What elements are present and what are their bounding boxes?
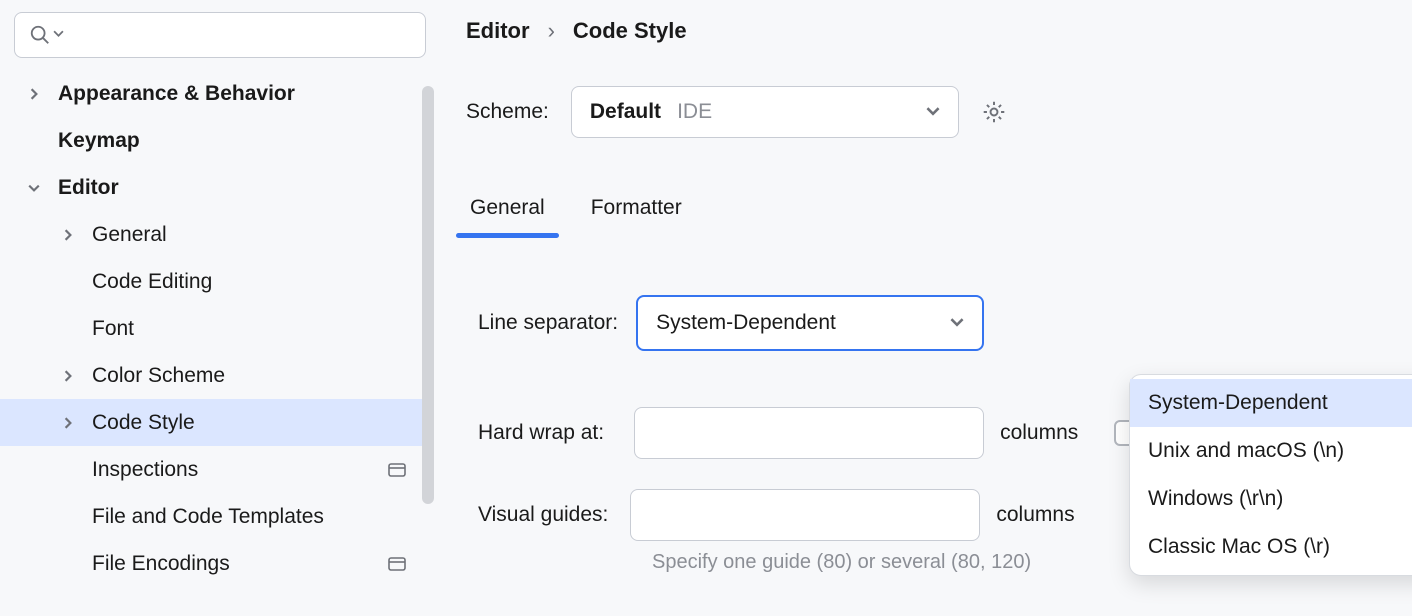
dropdown-option-system-dependent[interactable]: System-Dependent (1130, 379, 1412, 427)
sidebar-item-label: File Encodings (92, 552, 230, 576)
breadcrumb-code-style: Code Style (573, 18, 687, 44)
line-separator-dropdown: System-Dependent Unix and macOS (\n) Win… (1129, 374, 1412, 576)
sidebar-item-code-style[interactable]: Code Style (0, 399, 434, 446)
chevron-right-icon (58, 229, 78, 241)
chevron-down-icon (926, 100, 940, 124)
sidebar-item-label: Inspections (92, 458, 198, 482)
sidebar-item-general[interactable]: General (0, 211, 434, 258)
dropdown-option-unix-macos[interactable]: Unix and macOS (\n) (1130, 427, 1412, 475)
breadcrumb-editor[interactable]: Editor (466, 18, 530, 44)
sidebar-item-label: Font (92, 317, 134, 341)
tab-formatter[interactable]: Formatter (587, 196, 686, 238)
search-input[interactable] (66, 23, 411, 48)
sidebar-item-label: Code Editing (92, 270, 212, 294)
project-override-icon (388, 463, 406, 477)
scheme-label: Scheme: (466, 100, 549, 124)
settings-tree: Appearance & Behavior Keymap Editor Gene… (0, 70, 434, 587)
hard-wrap-input[interactable] (634, 407, 984, 459)
tabs: General Formatter (466, 196, 1386, 239)
scheme-row: Scheme: Default IDE (466, 86, 1386, 138)
option-label: Unix and macOS (\n) (1148, 439, 1344, 463)
line-separator-value: System-Dependent (656, 311, 836, 335)
sidebar-item-label: Code Style (92, 411, 195, 435)
sidebar-item-color-scheme[interactable]: Color Scheme (0, 352, 434, 399)
hard-wrap-unit: columns (1000, 421, 1078, 445)
scheme-select[interactable]: Default IDE (571, 86, 959, 138)
search-box[interactable] (14, 12, 426, 58)
sidebar-item-label: File and Code Templates (92, 505, 324, 529)
sidebar-item-editor[interactable]: Editor (0, 164, 434, 211)
chevron-down-icon (24, 182, 44, 194)
dropdown-option-windows[interactable]: Windows (\r\n) (1130, 475, 1412, 523)
sidebar-item-inspections[interactable]: Inspections (0, 446, 434, 493)
visual-guides-input[interactable] (630, 489, 980, 541)
settings-sidebar: Appearance & Behavior Keymap Editor Gene… (0, 0, 434, 616)
line-separator-row: Line separator: System-Dependent (478, 295, 1386, 351)
dropdown-option-classic-mac[interactable]: Classic Mac OS (\r) (1130, 523, 1412, 571)
search-icon (29, 24, 51, 46)
tab-general[interactable]: General (466, 196, 549, 238)
sidebar-item-code-editing[interactable]: Code Editing (0, 258, 434, 305)
sidebar-item-label: Keymap (58, 129, 140, 153)
sidebar-item-file-and-code-templates[interactable]: File and Code Templates (0, 493, 434, 540)
sidebar-item-label: Color Scheme (92, 364, 225, 388)
main-panel: Editor › Code Style Scheme: Default IDE … (434, 0, 1412, 616)
search-dropdown-icon[interactable] (53, 26, 64, 44)
option-label: Classic Mac OS (\r) (1148, 535, 1330, 559)
tab-label: Formatter (591, 196, 682, 219)
sidebar-item-label: Appearance & Behavior (58, 82, 295, 106)
scheme-value: Default (590, 100, 661, 124)
scheme-suffix: IDE (677, 100, 712, 124)
chevron-right-icon (58, 417, 78, 429)
chevron-right-icon (24, 88, 44, 100)
tab-label: General (470, 196, 545, 219)
scheme-actions-button[interactable] (981, 86, 1007, 138)
hard-wrap-label: Hard wrap at: (478, 421, 604, 445)
sidebar-item-font[interactable]: Font (0, 305, 434, 352)
search-container (0, 12, 434, 70)
chevron-down-icon (950, 311, 964, 335)
chevron-right-icon: › (548, 18, 555, 44)
sidebar-scrollbar[interactable] (422, 86, 434, 504)
line-separator-label: Line separator: (478, 311, 618, 335)
option-label: System-Dependent (1148, 391, 1328, 415)
breadcrumb: Editor › Code Style (466, 18, 1386, 44)
sidebar-item-keymap[interactable]: Keymap (0, 117, 434, 164)
visual-guides-unit: columns (996, 503, 1074, 527)
sidebar-item-label: General (92, 223, 167, 247)
sidebar-item-appearance-behavior[interactable]: Appearance & Behavior (0, 70, 434, 117)
project-override-icon (388, 557, 406, 571)
sidebar-item-label: Editor (58, 176, 119, 200)
option-label: Windows (\r\n) (1148, 487, 1283, 511)
chevron-right-icon (58, 370, 78, 382)
visual-guides-label: Visual guides: (478, 503, 608, 527)
sidebar-item-file-encodings[interactable]: File Encodings (0, 540, 434, 587)
line-separator-select[interactable]: System-Dependent (636, 295, 984, 351)
